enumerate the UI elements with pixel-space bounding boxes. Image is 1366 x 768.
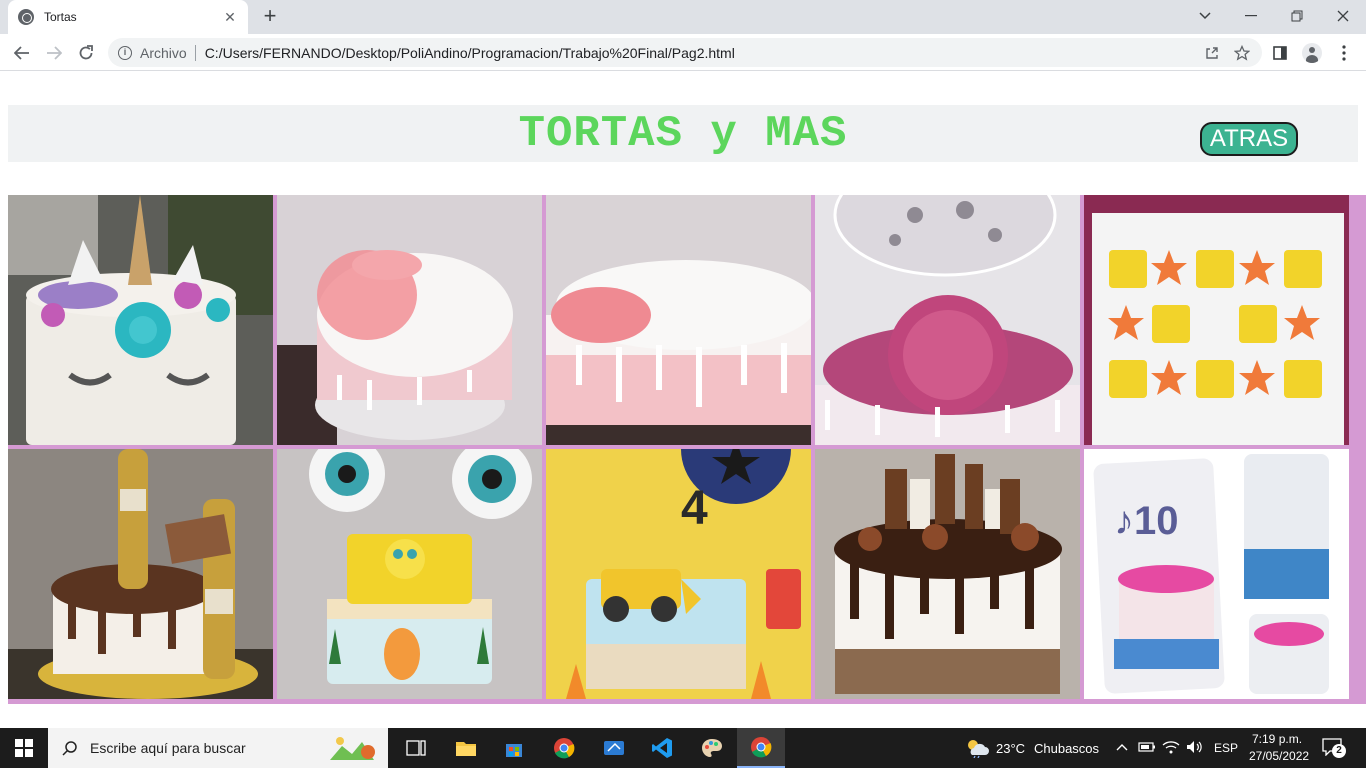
notification-icon[interactable]: 2 [1322,738,1346,758]
vscode-icon[interactable] [638,728,686,768]
info-icon[interactable]: i [118,45,132,60]
tab-search-icon[interactable] [1182,0,1228,32]
site-header: TORTAS y MAS ATRAS [8,105,1358,162]
minimize-icon[interactable] [1228,0,1274,32]
gallery-photo-beer-chocolate-cake[interactable] [8,449,273,699]
side-panel-icon[interactable] [1266,39,1294,67]
back-arrow-icon[interactable] [8,39,36,67]
back-button[interactable]: ATRAS [1200,122,1298,156]
microsoft-store-icon[interactable] [490,728,538,768]
browser-tab[interactable]: Tortas ✕ [8,0,248,34]
bookmark-star-icon[interactable] [1228,38,1256,67]
chrome-icon[interactable] [540,728,588,768]
gallery-photo-spongebob-cookies[interactable] [1084,195,1349,445]
address-url[interactable]: C:/Users/FERNANDO/Desktop/PoliAndino/Pro… [205,45,735,61]
weather-temp[interactable]: 23°C [996,741,1025,756]
wifi-icon[interactable] [1162,740,1180,754]
tab-title: Tortas [44,10,77,24]
gallery-photo-tiktok-cake[interactable]: ♪10 [1084,449,1349,699]
gallery-photo-balloon-cake[interactable] [815,195,1080,445]
address-separator [194,44,196,61]
restore-icon[interactable] [1274,0,1320,32]
profile-avatar-icon[interactable] [1298,39,1326,67]
gallery-photo-pink-drip-cake[interactable] [546,195,811,445]
weather-cloud-icon[interactable] [964,738,990,758]
paint-icon[interactable] [688,728,736,768]
language-indicator[interactable]: ESP [1214,741,1238,755]
gallery-photo-unicorn-cake[interactable] [8,195,273,445]
notification-count: 2 [1332,744,1346,758]
taskbar-search-box[interactable]: Escribe aquí para buscar [48,728,388,768]
tab-close-icon[interactable]: ✕ [222,9,238,26]
site-title: TORTAS y MAS [518,109,848,159]
search-placeholder: Escribe aquí para buscar [90,740,246,756]
browser-tabstrip: Tortas ✕ + [0,0,1366,34]
windows-taskbar: Escribe aquí para buscar 23°C Chubascos … [0,728,1366,768]
weather-description[interactable]: Chubascos [1034,741,1099,756]
share-icon[interactable] [1198,38,1226,67]
svg-text:4: 4 [681,482,708,535]
chevron-up-icon[interactable] [1116,743,1128,751]
gallery-photo-construction-cake[interactable]: 4 [546,449,811,699]
close-window-icon[interactable] [1320,0,1366,32]
screen-app-icon[interactable] [590,728,638,768]
windows-start-icon[interactable] [0,728,48,768]
gallery-photo-white-pink-rosettes-cake[interactable] [277,195,542,445]
task-view-icon[interactable] [392,728,440,768]
forward-arrow-icon[interactable] [40,39,68,67]
reload-icon[interactable] [72,39,100,67]
globe-icon [18,9,34,25]
gallery-photo-spongebob-cake[interactable] [277,449,542,699]
browser-toolbar: i Archivo C:/Users/FERNANDO/Desktop/Poli… [0,34,1366,71]
menu-kebab-icon[interactable] [1330,39,1358,67]
address-bar[interactable]: i Archivo C:/Users/FERNANDO/Desktop/Poli… [108,38,1262,67]
gallery-photo-chocolate-drip-cake[interactable] [815,449,1080,699]
battery-icon[interactable] [1138,741,1156,753]
file-explorer-icon[interactable] [442,728,490,768]
page-content: TORTAS y MAS ATRAS 4 ♪10 [0,71,1366,728]
address-scheme: Archivo [140,44,187,61]
cake-gallery: 4 ♪10 [8,195,1366,704]
search-highlight-icon [330,737,375,760]
clock-time[interactable]: 7:19 p.m. [1252,732,1302,746]
new-tab-button[interactable]: + [258,5,282,29]
svg-text:♪10: ♪10 [1114,499,1179,543]
chrome-active-icon[interactable] [737,728,785,768]
volume-icon[interactable] [1186,740,1204,754]
clock-date[interactable]: 27/05/2022 [1249,749,1309,763]
search-icon [62,741,77,756]
